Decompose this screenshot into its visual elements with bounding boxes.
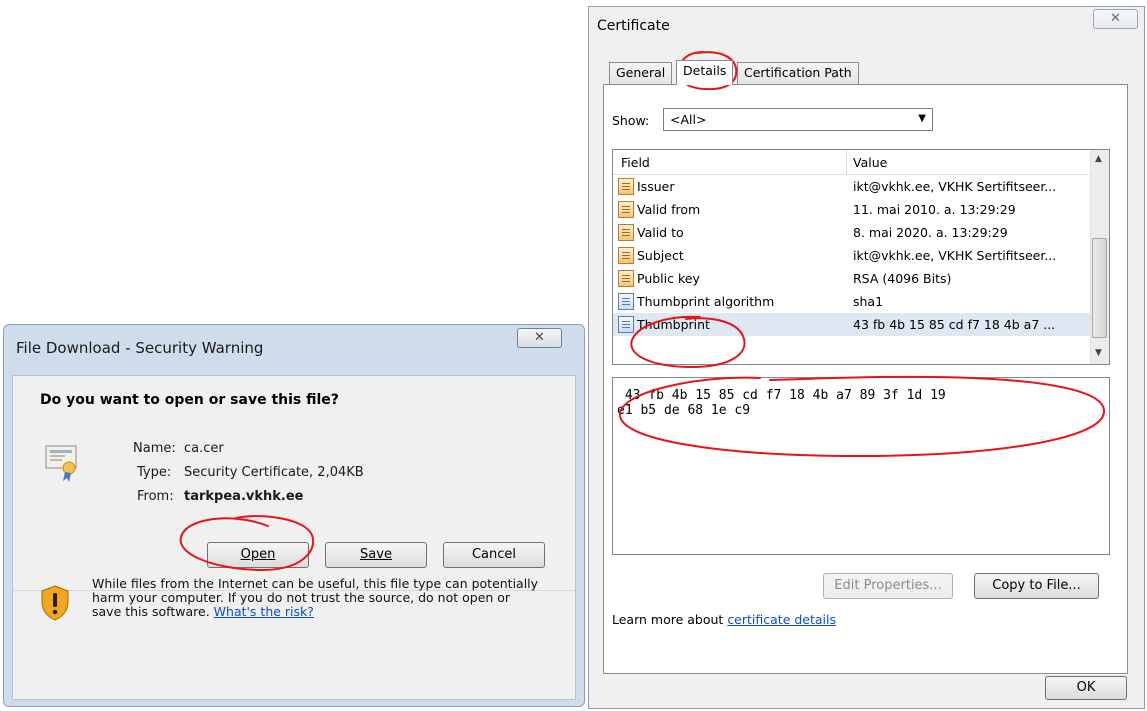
name-label: Name: — [133, 441, 176, 456]
certificate-details-link[interactable]: certificate details — [727, 612, 836, 627]
from-value: tarkpea.vkhk.ee — [184, 489, 304, 504]
cancel-button[interactable]: Cancel — [443, 542, 545, 568]
field-value: 8. mai 2020. a. 13:29:29 — [853, 225, 1008, 240]
type-label: Type: — [137, 465, 172, 480]
name-value: ca.cer — [184, 441, 224, 456]
whats-the-risk-link[interactable]: What's the risk? — [214, 604, 314, 619]
type-value: Security Certificate, 2,04KB — [184, 465, 364, 480]
value-textbox[interactable]: 43 fb 4b 15 85 cd f7 18 4b a7 89 3f 1d 1… — [612, 377, 1110, 555]
dialog-body: Do you want to open or save this file? N… — [12, 375, 576, 700]
field-name: Valid to — [637, 225, 684, 240]
learn-more-text: Learn more about certificate details — [612, 612, 836, 627]
scroll-up-icon[interactable]: ▲ — [1095, 154, 1102, 164]
save-button[interactable]: Save — [325, 542, 427, 568]
column-header-value[interactable]: Value — [853, 155, 887, 170]
certificate-dialog: Certificate ✕ General Details Certificat… — [588, 6, 1145, 709]
list-item[interactable]: Valid to 8. mai 2020. a. 13:29:29 — [613, 221, 1091, 244]
list-item[interactable]: Issuer ikt@vkhk.ee, VKHK Sertifitseer... — [613, 175, 1091, 198]
list-item-selected[interactable]: Thumbprint 43 fb 4b 15 85 cd f7 18 4b a7… — [613, 313, 1091, 336]
warning-message: While files from the Internet can be use… — [92, 577, 542, 619]
field-value: sha1 — [853, 294, 884, 309]
vertical-scrollbar[interactable]: ▲ ▼ — [1090, 150, 1109, 364]
field-value: ikt@vkhk.ee, VKHK Sertifitseer... — [853, 179, 1057, 194]
title-bar[interactable]: File Download - Security Warning ✕ — [4, 325, 584, 375]
list-item[interactable]: Thumbprint algorithm sha1 — [613, 290, 1091, 313]
tab-general[interactable]: General — [609, 62, 673, 84]
chevron-down-icon: ▼ — [918, 113, 926, 124]
field-name: Thumbprint algorithm — [637, 294, 775, 309]
property-icon — [618, 293, 634, 310]
list-header: Field Value — [613, 150, 1091, 175]
field-value: 11. mai 2010. a. 13:29:29 — [853, 202, 1016, 217]
ok-button[interactable]: OK — [1045, 676, 1127, 700]
column-header-field[interactable]: Field — [621, 155, 650, 170]
field-name: Thumbprint — [637, 317, 710, 332]
certificate-field-icon — [618, 178, 634, 195]
certificate-file-icon — [45, 445, 77, 482]
close-button[interactable]: ✕ — [517, 328, 562, 348]
property-icon — [618, 316, 634, 333]
close-icon: ✕ — [534, 330, 545, 345]
warning-shield-icon — [41, 585, 69, 621]
certificate-field-icon — [618, 270, 634, 287]
scrollbar-thumb[interactable] — [1092, 238, 1107, 338]
scroll-down-icon[interactable]: ▼ — [1095, 348, 1102, 358]
copy-to-file-button[interactable]: Copy to File... — [974, 573, 1099, 599]
close-icon: ✕ — [1110, 11, 1121, 26]
field-value: RSA (4096 Bits) — [853, 271, 952, 286]
field-name: Valid from — [637, 202, 701, 217]
dialog-title: Certificate — [597, 18, 670, 34]
field-name: Public key — [637, 271, 700, 286]
learn-more-prefix: Learn more about — [612, 612, 728, 627]
file-download-dialog: File Download - Security Warning ✕ Do yo… — [3, 324, 585, 707]
tab-details[interactable]: Details — [676, 60, 734, 85]
fields-list[interactable]: Field Value Issuer ikt@vkhk.ee, VKHK Ser… — [612, 149, 1110, 365]
list-item[interactable]: Public key RSA (4096 Bits) — [613, 267, 1091, 290]
certificate-field-icon — [618, 224, 634, 241]
show-select-value: <All> — [670, 112, 707, 127]
details-panel: Show: <All> ▼ Field Value Issuer ikt@vkh… — [603, 84, 1128, 674]
field-value: 43 fb 4b 15 85 cd f7 18 4b a7 ... — [853, 317, 1056, 332]
certificate-field-icon — [618, 201, 634, 218]
field-value: ikt@vkhk.ee, VKHK Sertifitseer... — [853, 248, 1057, 263]
warning-text: While files from the Internet can be use… — [92, 576, 539, 619]
dialog-title: File Download - Security Warning — [16, 339, 264, 357]
field-name: Issuer — [637, 179, 675, 194]
certificate-field-icon — [618, 247, 634, 264]
edit-properties-button[interactable]: Edit Properties... — [823, 573, 953, 599]
show-label: Show: — [612, 113, 650, 128]
from-label: From: — [137, 489, 174, 504]
question-heading: Do you want to open or save this file? — [40, 392, 339, 408]
list-item[interactable]: Valid from 11. mai 2010. a. 13:29:29 — [613, 198, 1091, 221]
tab-certification-path[interactable]: Certification Path — [737, 62, 859, 84]
show-select[interactable]: <All> ▼ — [663, 108, 933, 131]
list-item[interactable]: Subject ikt@vkhk.ee, VKHK Sertifitseer..… — [613, 244, 1091, 267]
close-button[interactable]: ✕ — [1093, 9, 1138, 29]
open-button[interactable]: Open — [207, 542, 309, 568]
field-name: Subject — [637, 248, 684, 263]
